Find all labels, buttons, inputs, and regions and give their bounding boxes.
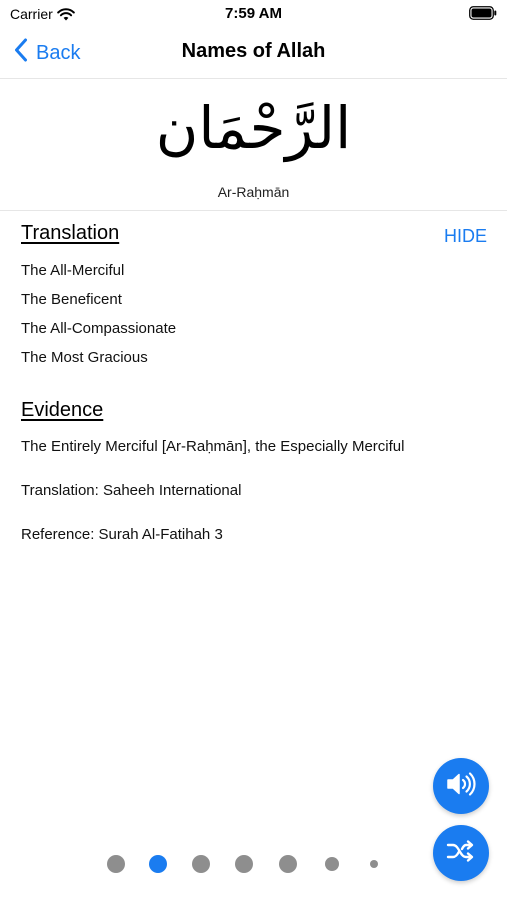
battery-icon (469, 6, 497, 25)
page-dot[interactable] (279, 855, 297, 873)
status-time: 7:59 AM (225, 5, 282, 22)
page-dot[interactable] (107, 855, 125, 873)
transliteration: Ar-Raḥmān (217, 184, 290, 200)
page-dot[interactable] (370, 860, 378, 868)
evidence-translation-source: Translation: Saheeh International (21, 482, 242, 499)
shuffle-icon (446, 839, 476, 868)
speaker-icon (446, 771, 476, 802)
translation-item: The All-Compassionate (21, 320, 177, 337)
page-dot[interactable] (325, 857, 339, 871)
evidence-heading: Evidence (21, 399, 104, 421)
evidence-text: The Entirely Merciful [Ar-Raḥmān], the E… (21, 438, 405, 455)
page-title: Names of Allah (181, 40, 326, 62)
translation-item: The Most Gracious (21, 349, 148, 366)
page-dot[interactable] (235, 855, 253, 873)
shuffle-button[interactable] (433, 825, 489, 881)
name-header: الرَّحْمَان Ar-Raḥmān (0, 79, 507, 211)
page-dot[interactable] (192, 855, 210, 873)
evidence-reference: Reference: Surah Al-Fatihah 3 (21, 526, 223, 543)
arabic-name: الرَّحْمَان (155, 94, 352, 162)
navigation-bar: Back Names of Allah (0, 28, 507, 79)
translation-heading: Translation (21, 222, 120, 244)
hide-button[interactable]: HIDE (444, 226, 487, 247)
translation-item: The Beneficent (21, 291, 122, 308)
status-bar: Carrier 7:59 AM (0, 0, 507, 28)
play-audio-button[interactable] (433, 758, 489, 814)
page-dot-active[interactable] (149, 855, 167, 873)
translation-item: The All-Merciful (21, 262, 125, 279)
